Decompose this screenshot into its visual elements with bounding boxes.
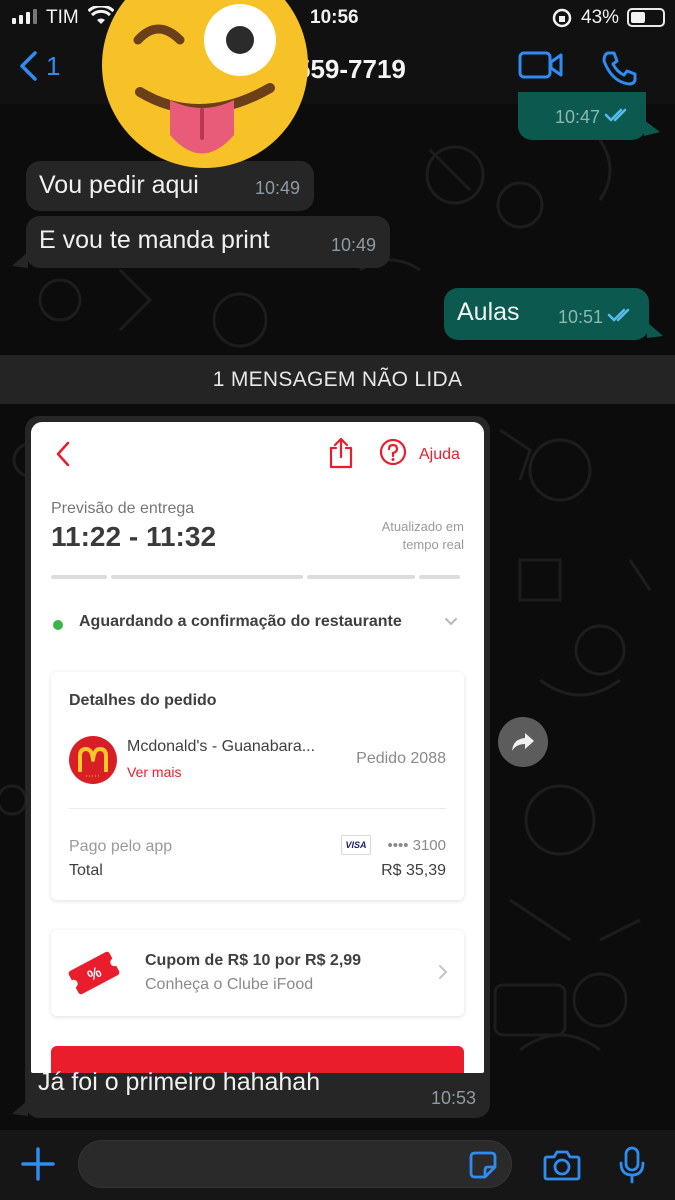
help-label: Ajuda [419,446,460,463]
chevron-down-icon [445,618,457,626]
bubble-tail [12,252,28,268]
payment-method: Pago pelo app [69,838,173,855]
mcdonalds-logo [69,736,117,784]
order-number: Pedido 2088 [356,750,446,767]
updated-line: Atualizado em [381,519,464,534]
message-input[interactable] [78,1140,512,1188]
help-icon [379,438,407,466]
message-time: 10:49 [330,235,376,255]
card-number: •••• 3100 [387,837,446,854]
forward-button[interactable] [498,717,548,767]
status-dot [53,620,63,630]
coupon-subtitle: Conheça o Clube iFood [145,976,314,993]
updated-note: Atualizado em tempo real [344,518,464,554]
video-call-button[interactable] [518,50,564,85]
total-label: Total [69,862,103,879]
total-value: R$ 35,39 [381,862,446,879]
coupon-icon: % [68,951,120,995]
bubble-tail [12,1100,28,1116]
message-composer [0,1130,675,1200]
attach-button[interactable] [20,1146,56,1187]
order-progress-bar [51,575,464,579]
message-time: 10:47 [554,107,600,127]
chevron-right-icon [439,965,448,979]
contact-name[interactable]: 559-7719 [296,54,406,85]
order-details-title: Detalhes do pedido [69,692,217,709]
visa-card-icon: VISA [341,835,371,855]
bubble-tail [644,120,660,136]
updated-line: tempo real [402,537,464,552]
message-text: Aulas [457,298,520,326]
sticker-icon [469,1151,497,1179]
forward-icon [512,733,534,751]
plus-icon [21,1147,55,1181]
delivery-label: Previsão de entrega [51,500,195,517]
rotation-lock-icon [551,7,573,35]
message-outgoing[interactable]: 10:47 [518,92,646,140]
phone-call-icon [602,51,637,86]
divider [69,808,446,809]
image-message[interactable]: Ajuda Previsão de entrega 11:22 - 11:32 … [25,416,490,1118]
delivery-window: 11:22 - 11:32 [51,521,217,552]
emoji-tongue-wink-icon [100,0,310,170]
message-text: E vou te manda print [39,226,270,254]
order-status: Aguardando a confirmação do restaurante [79,613,402,630]
camera-button[interactable] [543,1149,581,1186]
back-chevron-icon [20,51,37,81]
message-outgoing[interactable]: Aulas 10:51 [444,288,649,340]
unread-chats-count: 1 [46,50,61,81]
share-icon [329,437,353,469]
voice-call-button[interactable] [600,49,638,92]
coupon-title: Cupom de R$ 10 por R$ 2,99 [145,952,362,969]
message-incoming[interactable]: E vou te manda print 10:49 [26,216,390,268]
order-details-card: Detalhes do pedido Mcdonald's - Guanabar… [51,672,464,900]
message-time: 10:49 [254,178,300,198]
battery-percent: 43% [581,7,620,28]
bubble-tail [647,322,663,338]
read-ticks-icon [607,300,635,330]
coupon-card: % Cupom de R$ 10 por R$ 2,99 Conheça o C… [51,930,464,1016]
unread-messages-banner: 1 MENSAGEM NÃO LIDA [0,355,675,404]
read-ticks-icon [604,100,632,130]
message-time: 10:51 [557,307,603,327]
back-button[interactable]: 1 [18,50,60,82]
carrier-name: TIM [46,7,79,28]
camera-icon [543,1150,581,1181]
shared-screenshot[interactable]: Ajuda Previsão de entrega 11:22 - 11:32 … [31,422,484,1073]
message-text: Vou pedir aqui [39,171,199,199]
battery-icon: ⚡ [627,8,665,27]
back-chevron-icon [56,441,70,467]
video-call-icon [518,51,563,79]
image-caption: Já foi o primeiro hahahah [38,1068,321,1096]
clock: 10:56 [310,7,359,28]
microphone-button[interactable] [617,1146,647,1189]
message-time: 10:53 [430,1088,476,1108]
see-more-link: Ver mais [127,764,182,780]
sticker-button[interactable] [468,1150,498,1185]
store-name: Mcdonald's - Guanabara... [127,738,316,755]
microphone-icon [619,1146,645,1184]
signal-icon [12,9,37,24]
